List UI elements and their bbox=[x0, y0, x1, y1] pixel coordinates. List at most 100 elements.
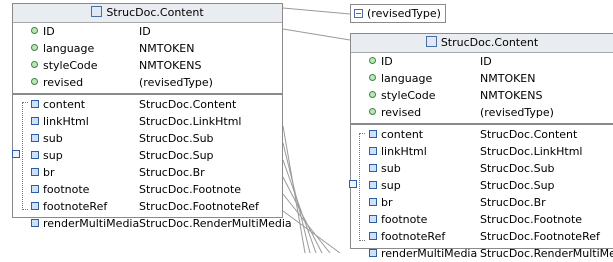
sequence-icon[interactable] bbox=[349, 180, 357, 188]
element-name: content bbox=[381, 128, 424, 141]
attribute-row[interactable]: language NMTOKEN bbox=[13, 40, 282, 57]
attribute-type: ID bbox=[139, 25, 151, 38]
element-row[interactable]: sub StrucDoc.Sub bbox=[13, 130, 282, 147]
element-row[interactable]: footnoteRef StrucDoc.FootnoteRef bbox=[351, 228, 613, 245]
element-row[interactable]: content StrucDoc.Content bbox=[351, 126, 613, 143]
attribute-icon bbox=[31, 61, 38, 68]
element-icon bbox=[31, 168, 39, 176]
attribute-name: ID bbox=[381, 55, 393, 68]
element-name: linkHtml bbox=[43, 115, 89, 128]
element-row[interactable]: footnoteRef StrucDoc.FootnoteRef bbox=[13, 198, 282, 215]
element-type: StrucDoc.Br bbox=[480, 196, 546, 209]
attribute-row[interactable]: styleCode NMTOKENS bbox=[351, 87, 613, 104]
attribute-row[interactable]: ID ID bbox=[13, 23, 282, 40]
element-name: footnote bbox=[43, 183, 90, 196]
complex-type-icon bbox=[425, 36, 437, 47]
left-elements: content StrucDoc.Content linkHtml StrucDoc.… bbox=[13, 96, 292, 232]
element-icon bbox=[31, 151, 39, 159]
attribute-icon bbox=[31, 27, 38, 34]
element-icon bbox=[369, 232, 377, 240]
element-type: StrucDoc.FootnoteRef bbox=[480, 230, 600, 243]
element-type: StrucDoc.LinkHtml bbox=[139, 115, 242, 128]
element-type: StrucDoc.Sub bbox=[480, 162, 555, 175]
element-row[interactable]: renderMultiMediaStrucDoc.RenderMultiMedi… bbox=[13, 215, 292, 232]
element-name: content bbox=[43, 98, 86, 111]
element-name: br bbox=[381, 196, 393, 209]
element-type: StrucDoc.Footnote bbox=[480, 213, 583, 226]
element-icon bbox=[31, 185, 39, 193]
right-panel-title: StrucDoc.Content bbox=[440, 36, 539, 49]
attribute-row[interactable]: ID ID bbox=[351, 53, 613, 70]
attribute-icon bbox=[31, 44, 38, 51]
attribute-type: NMTOKEN bbox=[139, 42, 195, 55]
element-icon bbox=[31, 202, 39, 210]
element-icon bbox=[369, 198, 377, 206]
element-name: linkHtml bbox=[381, 145, 427, 158]
element-icon bbox=[31, 219, 39, 227]
sequence-icon[interactable] bbox=[12, 150, 20, 158]
attribute-row[interactable]: language NMTOKEN bbox=[351, 70, 613, 87]
element-name: sub bbox=[381, 162, 401, 175]
element-icon bbox=[369, 130, 377, 138]
element-type: StrucDoc.Sup bbox=[139, 149, 214, 162]
element-type: StrucDoc.LinkHtml bbox=[480, 145, 583, 158]
left-type-panel[interactable]: StrucDoc.Content ID ID language NMTOKEN styl… bbox=[12, 3, 292, 230]
right-panel-header: StrucDoc.Content bbox=[351, 34, 613, 53]
attribute-type: NMTOKENS bbox=[139, 59, 202, 72]
element-icon bbox=[369, 147, 377, 155]
attribute-type: NMTOKEN bbox=[480, 72, 536, 85]
attribute-row[interactable]: revised (revisedType) bbox=[13, 74, 282, 91]
attribute-type: NMTOKENS bbox=[480, 89, 543, 102]
attribute-name: styleCode bbox=[381, 89, 436, 102]
element-icon bbox=[31, 100, 39, 108]
element-name: footnote bbox=[381, 213, 428, 226]
element-type: StrucDoc.Br bbox=[139, 166, 205, 179]
element-icon bbox=[369, 215, 377, 223]
left-separator bbox=[13, 93, 282, 95]
element-icon bbox=[369, 181, 377, 189]
element-row[interactable]: footnote StrucDoc.Footnote bbox=[351, 211, 613, 228]
attribute-name: revised bbox=[43, 76, 84, 89]
attribute-name: language bbox=[381, 72, 433, 85]
element-row[interactable]: linkHtml StrucDoc.LinkHtml bbox=[13, 113, 282, 130]
complex-type-icon bbox=[91, 6, 103, 17]
element-type: StrucDoc.Sub bbox=[139, 132, 214, 145]
element-name: renderMultiMedia bbox=[381, 247, 478, 260]
right-type-panel[interactable]: StrucDoc.Content ID ID language NMTOKEN styl… bbox=[349, 33, 613, 260]
element-name: sup bbox=[381, 179, 401, 192]
revised-type-box[interactable]: (revisedType) bbox=[350, 4, 446, 23]
element-row[interactable]: footnote StrucDoc.Footnote bbox=[13, 181, 282, 198]
attribute-type: (revisedType) bbox=[139, 76, 213, 89]
element-name: sub bbox=[43, 132, 63, 145]
element-icon bbox=[369, 164, 377, 172]
element-type: StrucDoc.FootnoteRef bbox=[139, 200, 259, 213]
attribute-row[interactable]: revised (revisedType) bbox=[351, 104, 613, 121]
collapse-minus-icon[interactable] bbox=[354, 9, 363, 18]
element-row[interactable]: sup StrucDoc.Sup bbox=[351, 177, 613, 194]
element-name: footnoteRef bbox=[43, 200, 108, 213]
element-type: StrucDoc.Content bbox=[139, 98, 237, 111]
right-separator bbox=[351, 123, 613, 125]
element-type: StrucDoc.Sup bbox=[480, 179, 555, 192]
element-row[interactable]: renderMultiMediaStrucDoc.RenderMultiMedi… bbox=[351, 245, 613, 262]
attribute-icon bbox=[369, 91, 376, 98]
element-name: br bbox=[43, 166, 55, 179]
right-attributes: ID ID language NMTOKEN styleCode NMTOKENS revi… bbox=[351, 53, 613, 121]
element-name: footnoteRef bbox=[381, 230, 446, 243]
attribute-row[interactable]: styleCode NMTOKENS bbox=[13, 57, 282, 74]
attribute-icon bbox=[369, 74, 376, 81]
attribute-name: styleCode bbox=[43, 59, 98, 72]
element-row[interactable]: br StrucDoc.Br bbox=[13, 164, 282, 181]
element-name: renderMultiMedia bbox=[43, 217, 140, 230]
element-row[interactable]: linkHtml StrucDoc.LinkHtml bbox=[351, 143, 613, 160]
element-row[interactable]: sup StrucDoc.Sup bbox=[13, 147, 282, 164]
element-row[interactable]: br StrucDoc.Br bbox=[351, 194, 613, 211]
attribute-icon bbox=[31, 78, 38, 85]
right-sequence-bracket bbox=[359, 133, 365, 241]
element-type: StrucDoc.RenderMultiMedia bbox=[480, 247, 613, 260]
attribute-name: language bbox=[43, 42, 95, 55]
element-type: StrucDoc.RenderMultiMedia bbox=[139, 217, 292, 230]
element-row[interactable]: sub StrucDoc.Sub bbox=[351, 160, 613, 177]
element-row[interactable]: content StrucDoc.Content bbox=[13, 96, 282, 113]
attribute-type: (revisedType) bbox=[480, 106, 554, 119]
